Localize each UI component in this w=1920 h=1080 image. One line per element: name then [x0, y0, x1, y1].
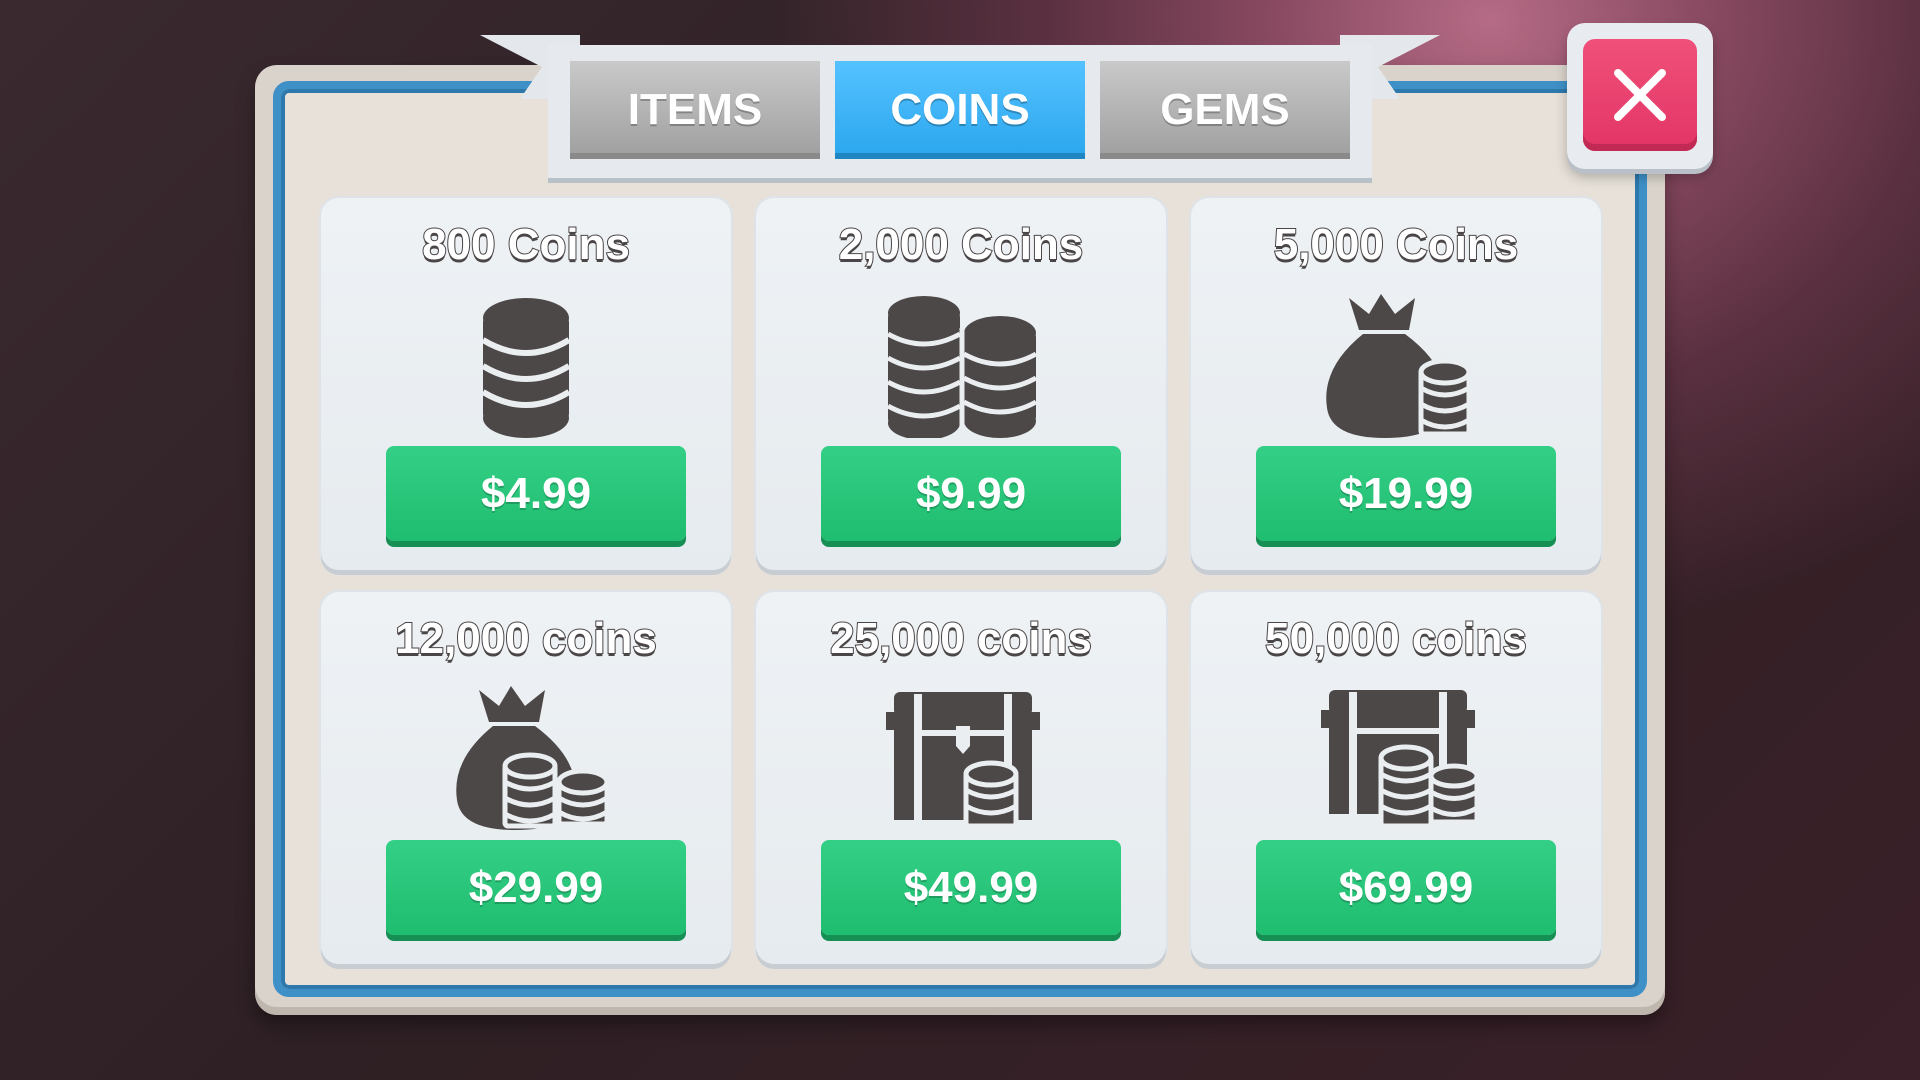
buy-button[interactable]: $4.99 [386, 446, 686, 541]
tab-items[interactable]: ITEMS [570, 61, 820, 159]
tab-bar: ITEMS COINS GEMS [548, 45, 1372, 178]
pack-card-4: 12,000 coins $29.99 [321, 592, 731, 964]
close-x-icon [1614, 69, 1666, 121]
pack-title: 2,000 Coins [838, 219, 1085, 270]
buy-button[interactable]: $19.99 [1256, 446, 1556, 541]
buy-button[interactable]: $49.99 [821, 840, 1121, 935]
pack-title: 25,000 coins [829, 613, 1093, 664]
pack-card-5: 25,000 coins $49.99 [756, 592, 1166, 964]
coin-stacks-icon [876, 288, 1046, 440]
pack-card-2: 2,000 Coins $9.99 [756, 198, 1166, 570]
coin-stack-icon [441, 288, 611, 438]
close-button-face[interactable] [1583, 39, 1697, 151]
pack-title: 12,000 coins [394, 613, 658, 664]
pack-title: 50,000 coins [1264, 613, 1528, 664]
money-bag-icon [1311, 288, 1481, 438]
buy-button[interactable]: $69.99 [1256, 840, 1556, 935]
buy-button[interactable]: $29.99 [386, 840, 686, 935]
close-button[interactable] [1567, 23, 1713, 169]
money-bag-coins-icon [441, 682, 611, 832]
pack-card-1: 800 Coins $4.99 [321, 198, 731, 570]
tab-coins[interactable]: COINS [835, 61, 1085, 159]
buy-button[interactable]: $9.99 [821, 446, 1121, 541]
shop-panel: 800 Coins $4.99 2,000 Coins $9.99 5,000 … [255, 65, 1665, 1015]
tab-gems[interactable]: GEMS [1100, 61, 1350, 159]
pack-title: 5,000 Coins [1273, 219, 1520, 270]
treasure-chest-coins-icon [1311, 682, 1481, 832]
treasure-chest-icon [876, 682, 1046, 832]
pack-card-3: 5,000 Coins $19.99 [1191, 198, 1601, 570]
pack-card-6: 50,000 coins $69.99 [1191, 592, 1601, 964]
pack-title: 800 Coins [421, 219, 631, 270]
